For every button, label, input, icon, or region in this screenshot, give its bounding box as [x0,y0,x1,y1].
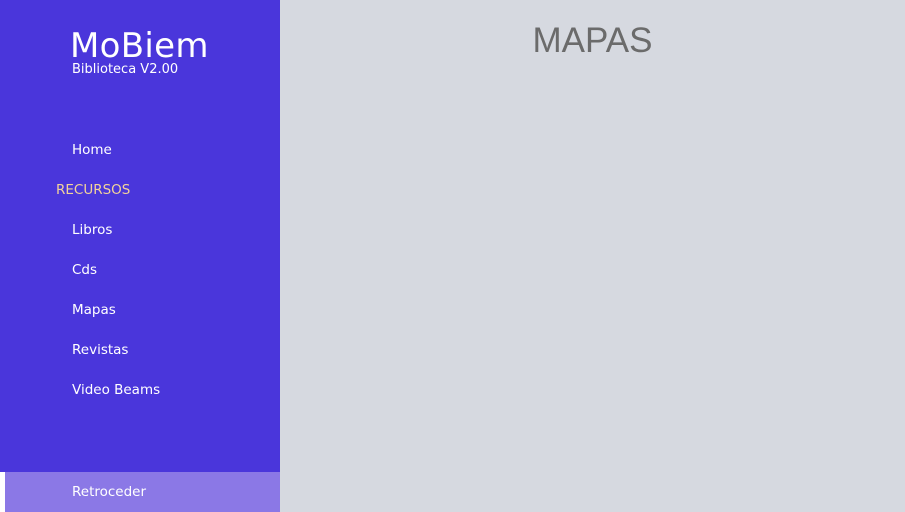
brand-title: MoBiem [70,26,209,66]
back-button[interactable]: Retroceder [0,472,280,512]
nav-item-video-beams[interactable]: Video Beams [72,381,160,399]
nav-item-mapas[interactable]: Mapas [72,301,116,319]
nav-item-home[interactable]: Home [72,141,112,159]
app-window: MoBiem Biblioteca V2.00 Home RECURSOS Li… [0,0,905,512]
nav-item-revistas[interactable]: Revistas [72,341,128,359]
nav-item-libros[interactable]: Libros [72,221,112,239]
page-title: MAPAS [532,21,653,60]
brand-subtitle: Biblioteca V2.00 [72,62,179,77]
sidebar: MoBiem Biblioteca V2.00 Home RECURSOS Li… [0,0,280,512]
nav-section-recursos: RECURSOS [56,182,131,198]
nav-item-cds[interactable]: Cds [72,261,97,279]
back-button-label: Retroceder [72,484,147,500]
